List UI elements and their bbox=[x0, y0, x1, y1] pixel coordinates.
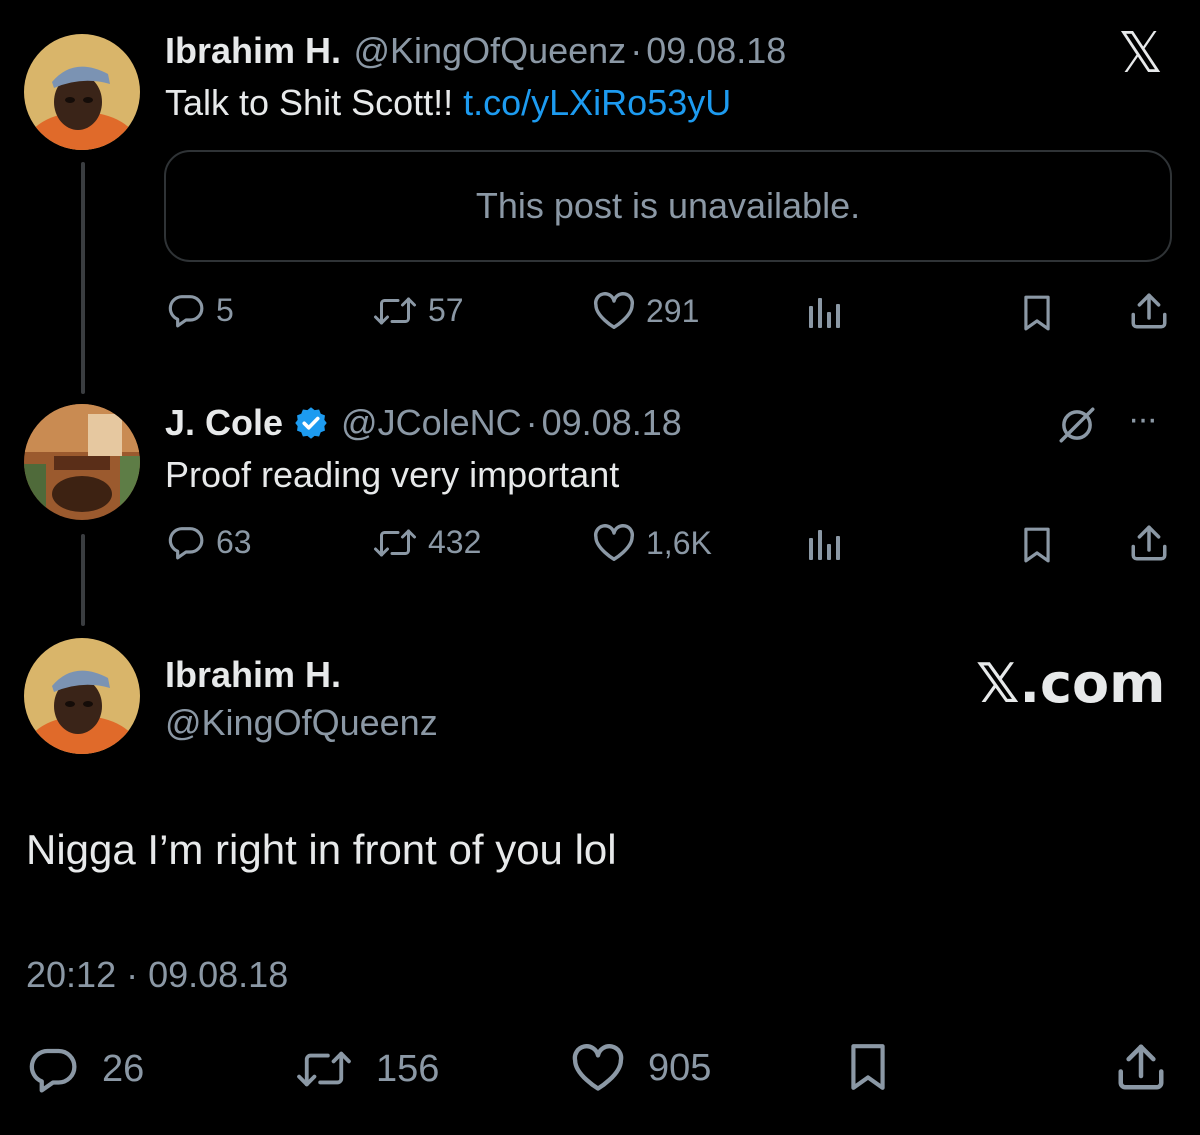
main-repost-count: 156 bbox=[376, 1047, 440, 1090]
main-reply-button[interactable]: 26 bbox=[26, 1042, 144, 1096]
x-com-watermark: 𝕏.com bbox=[976, 652, 1166, 715]
tweet1-share-button[interactable] bbox=[1128, 290, 1170, 332]
main-bookmark-button[interactable] bbox=[846, 1042, 890, 1092]
reply-icon bbox=[29, 1048, 77, 1093]
tweet2-reply-count: 63 bbox=[216, 523, 252, 560]
tweet1-repost-count: 57 bbox=[428, 292, 464, 328]
share-icon bbox=[1131, 525, 1167, 561]
tweet1-like-count: 291 bbox=[646, 292, 700, 329]
avatar-ibrahim-main[interactable] bbox=[24, 638, 140, 754]
tweet2-share-button[interactable] bbox=[1128, 522, 1170, 564]
avatar-jcole[interactable] bbox=[24, 404, 140, 520]
tweet1-like-button[interactable]: 291 bbox=[592, 292, 699, 330]
tweet1-text: Talk to Shit Scott!! t.co/yLXiRo53yU bbox=[165, 82, 731, 124]
reply-icon bbox=[168, 295, 204, 328]
main-like-button[interactable]: 905 bbox=[570, 1044, 711, 1092]
tweet2-bookmark-button[interactable] bbox=[1020, 526, 1054, 564]
main-timestamp[interactable]: 20:12 · 09.08.18 bbox=[26, 954, 288, 996]
grok-icon bbox=[1059, 407, 1095, 443]
tweet2-text: Proof reading very important bbox=[165, 454, 620, 495]
bookmark-icon bbox=[1024, 295, 1050, 331]
main-reply-count: 26 bbox=[102, 1047, 145, 1090]
tweet1-handle[interactable]: @KingOfQueenz bbox=[353, 30, 626, 71]
reply-icon bbox=[168, 527, 204, 560]
tweet2-author-name[interactable]: J. Cole bbox=[165, 402, 283, 444]
tweet2-date[interactable]: 09.08.18 bbox=[542, 402, 682, 444]
views-icon bbox=[809, 298, 840, 328]
repost-icon bbox=[297, 1051, 351, 1087]
tweet1-link[interactable]: t.co/yLXiRo53yU bbox=[463, 82, 731, 123]
tweet2-views-button[interactable] bbox=[806, 526, 842, 562]
tweet2-repost-button[interactable]: 432 bbox=[372, 524, 481, 561]
quoted-post-unavailable: This post is unavailable. bbox=[164, 150, 1172, 262]
repost-icon bbox=[374, 297, 416, 324]
tweet1-text-content: Talk to Shit Scott!! bbox=[165, 82, 464, 123]
tweet1-reply-button[interactable]: 5 bbox=[166, 290, 234, 330]
tweet1-separator: · bbox=[630, 30, 643, 71]
main-like-count: 905 bbox=[648, 1046, 712, 1089]
tweet1-date[interactable]: 09.08.18 bbox=[646, 30, 786, 71]
bookmark-icon bbox=[1024, 527, 1050, 563]
quoted-post-message: This post is unavailable. bbox=[475, 185, 861, 226]
tweet2-header: J. Cole @JColeNC · 09.08.18 bbox=[165, 402, 682, 444]
share-icon bbox=[1118, 1044, 1164, 1090]
share-icon bbox=[1131, 293, 1167, 329]
tweet1-reply-count: 5 bbox=[216, 291, 234, 328]
like-icon bbox=[572, 1044, 624, 1091]
main-author-name[interactable]: Ibrahim H. bbox=[165, 654, 341, 696]
tweet1-repost-button[interactable]: 57 bbox=[372, 292, 464, 329]
tweet2-reply-button[interactable]: 63 bbox=[166, 522, 252, 562]
tweet2-like-count: 1,6K bbox=[646, 524, 712, 561]
tweet2-more-button[interactable]: ··· bbox=[1128, 400, 1158, 439]
tweet1-header: Ibrahim H. @KingOfQueenz · 09.08.18 bbox=[165, 30, 786, 72]
repost-icon bbox=[374, 529, 416, 556]
main-repost-button[interactable]: 156 bbox=[294, 1046, 439, 1092]
tweet2-grok-button[interactable] bbox=[1056, 404, 1098, 446]
verified-badge-icon bbox=[295, 407, 327, 439]
thread-line-2 bbox=[81, 534, 85, 626]
tweet2-repost-count: 432 bbox=[428, 524, 482, 560]
bookmark-icon bbox=[851, 1044, 885, 1090]
main-tweet-text: Nigga I’m right in front of you lol bbox=[26, 826, 617, 873]
like-icon bbox=[593, 524, 635, 562]
like-icon bbox=[593, 292, 635, 330]
tweet2-separator: · bbox=[525, 402, 538, 443]
x-logo-icon[interactable]: 𝕏 bbox=[1118, 22, 1163, 86]
tweet2-handle[interactable]: @JColeNC bbox=[341, 402, 522, 444]
views-icon bbox=[809, 530, 840, 560]
tweet1-bookmark-button[interactable] bbox=[1020, 294, 1054, 332]
tweet1-views-button[interactable] bbox=[806, 294, 842, 330]
main-handle[interactable]: @KingOfQueenz bbox=[165, 702, 438, 744]
avatar-ibrahim[interactable] bbox=[24, 34, 140, 150]
main-share-button[interactable] bbox=[1114, 1040, 1168, 1094]
thread-line-1 bbox=[81, 162, 85, 394]
tweet1-author-name[interactable]: Ibrahim H. bbox=[165, 30, 341, 71]
tweet2-like-button[interactable]: 1,6K bbox=[592, 524, 712, 562]
